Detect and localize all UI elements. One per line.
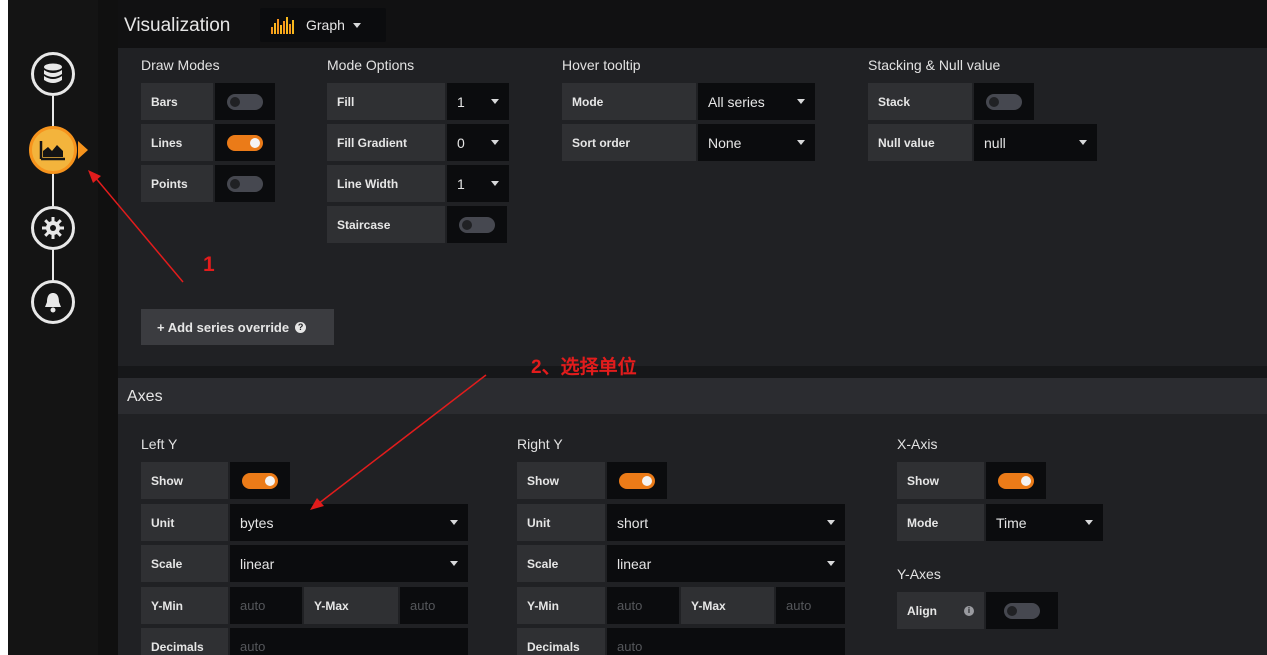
annotation-arrow-1 — [93, 175, 184, 283]
annotation-arrow-2 — [317, 374, 487, 505]
annotation-arrowhead-2 — [310, 498, 324, 510]
annotation-marker-1: 1 — [203, 253, 215, 276]
annotation-arrows — [88, 170, 487, 510]
annotation-marker-2: 2、选择单位 — [531, 357, 637, 378]
